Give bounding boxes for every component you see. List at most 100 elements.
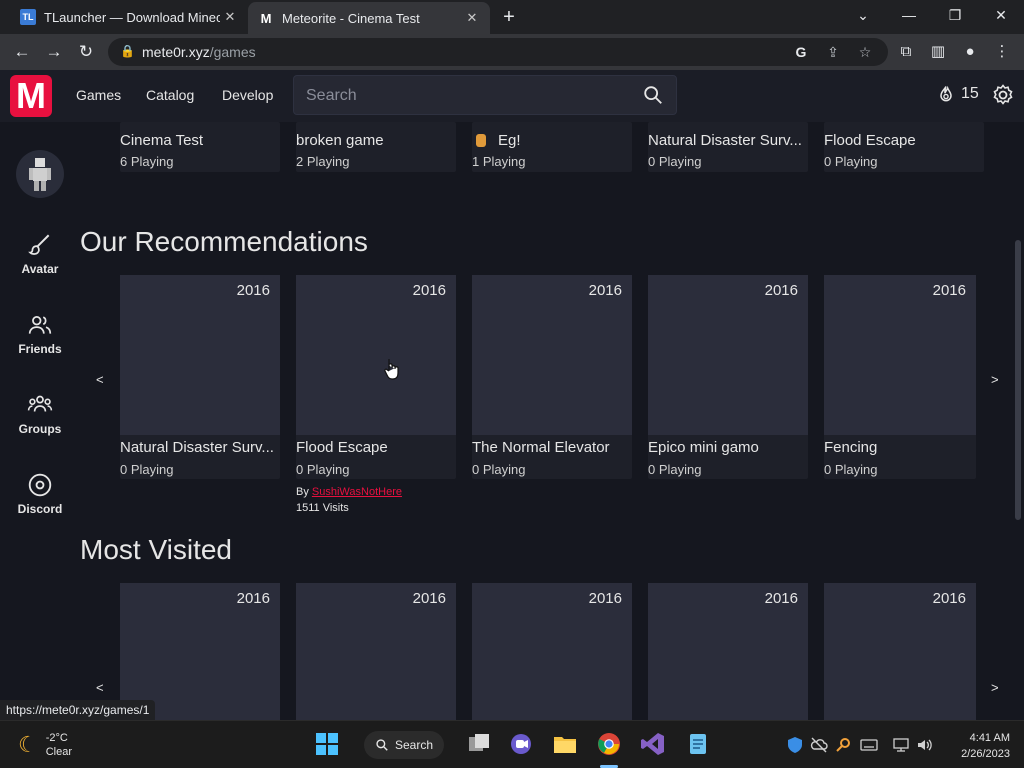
game-year-badge: 2016 <box>932 282 966 299</box>
sidebar-item-groups[interactable]: Groups <box>0 392 80 436</box>
creator-link[interactable]: SushiWasNotHere <box>312 486 402 498</box>
nav-develop[interactable]: Develop <box>222 87 273 103</box>
sidebar-item-label: Friends <box>18 342 62 356</box>
tab-title: TLauncher — Download Minecraft <box>44 9 220 25</box>
game-players: 0 Playing <box>120 462 174 477</box>
system-clock[interactable]: 4:41 AM 2/26/2023 <box>946 730 1010 762</box>
keyboard-icon[interactable] <box>860 736 878 754</box>
sidebar-item-discord[interactable]: Discord <box>0 472 80 516</box>
page-scrollbar-thumb[interactable] <box>1015 240 1021 520</box>
search-key-icon[interactable] <box>834 736 852 754</box>
close-window-button[interactable]: ✕ <box>978 0 1024 30</box>
weather-widget[interactable]: ☾ -2°C Clear <box>18 731 72 759</box>
site-header: M Games Catalog Develop 15 <box>0 70 1024 122</box>
volume-icon[interactable] <box>916 736 934 754</box>
reload-button[interactable]: ↻ <box>74 40 98 64</box>
nav-games[interactable]: Games <box>76 87 121 103</box>
side-panel-icon[interactable]: ▥ <box>928 42 948 62</box>
tlauncher-favicon-icon: TL <box>20 9 36 25</box>
chrome-icon[interactable] <box>596 731 622 757</box>
carousel-next-button[interactable]: > <box>991 372 999 387</box>
sidebar-item-label: Discord <box>17 502 63 516</box>
carousel-prev-button[interactable]: < <box>96 372 104 387</box>
sidebar-item-avatar[interactable]: Avatar <box>0 232 80 276</box>
game-card[interactable]: 2016 <box>472 583 632 720</box>
taskbar-search-button[interactable]: Search <box>364 731 444 759</box>
game-card-hovered[interactable]: 2016 Flood Escape 0 Playing <box>296 275 456 479</box>
brush-icon <box>28 234 50 255</box>
game-players: 0 Playing <box>648 462 702 477</box>
restore-button[interactable]: ❐ <box>932 0 978 30</box>
game-thumbnail <box>120 275 280 435</box>
sidebar-item-label: Avatar <box>21 262 59 276</box>
currency-icon <box>940 85 952 102</box>
windows-start-icon[interactable] <box>314 731 340 757</box>
address-bar[interactable]: 🔒 mete0r.xyz/games G ⇪ ☆ <box>108 38 888 66</box>
currency-balance[interactable]: 15 <box>936 84 979 104</box>
main-content: Cinema Test 6 Playing broken game 2 Play… <box>80 122 1010 720</box>
game-year-badge: 2016 <box>588 590 622 607</box>
clock-date: 2/26/2023 <box>961 748 1010 760</box>
close-icon[interactable]: ✕ <box>220 9 240 25</box>
currency-amount: 15 <box>961 85 979 102</box>
game-card[interactable]: 2016 Fencing 0 Playing <box>824 275 976 479</box>
defender-shield-icon[interactable] <box>786 736 804 754</box>
tab-title: Meteorite - Cinema Test <box>282 10 420 26</box>
game-players: 0 Playing <box>824 462 878 477</box>
sidebar-item-label: Groups <box>18 422 62 436</box>
share-icon[interactable]: ⇪ <box>824 43 842 61</box>
game-creator-line: By SushiWasNotHere <box>296 486 402 498</box>
bookmark-star-icon[interactable]: ☆ <box>856 43 874 61</box>
search-input[interactable] <box>306 85 626 107</box>
weather-condition: Clear <box>45 746 73 758</box>
search-icon[interactable] <box>642 84 664 106</box>
game-card[interactable]: broken game 2 Playing <box>296 122 456 172</box>
game-card[interactable]: 2016 <box>824 583 976 720</box>
task-view-icon[interactable] <box>466 731 492 757</box>
avatar[interactable] <box>16 150 64 198</box>
nav-catalog[interactable]: Catalog <box>146 87 194 103</box>
teams-chat-icon[interactable] <box>508 731 534 757</box>
game-players: 6 Playing <box>120 154 174 169</box>
menu-kebab-icon[interactable]: ⋮ <box>992 42 1012 62</box>
extensions-puzzle-icon[interactable]: ⧉ <box>896 42 916 62</box>
game-card[interactable]: 2016 Natural Disaster Surv... 0 Playing <box>120 275 280 479</box>
google-icon[interactable]: G <box>792 43 810 61</box>
game-card[interactable]: Natural Disaster Surv... 0 Playing <box>648 122 808 172</box>
game-card[interactable]: Eg! 1 Playing <box>472 122 632 172</box>
game-card[interactable]: Flood Escape 0 Playing <box>824 122 984 172</box>
display-network-icon[interactable] <box>892 736 910 754</box>
game-card[interactable]: 2016 Epico mini gamo 0 Playing <box>648 275 808 479</box>
game-card[interactable]: Cinema Test 6 Playing <box>120 122 280 172</box>
sidebar-item-friends[interactable]: Friends <box>0 312 80 356</box>
section-title-most-visited: Most Visited <box>80 534 232 565</box>
tab-tlauncher[interactable]: TL TLauncher — Download Minecraft ✕ <box>10 0 248 34</box>
minimize-button[interactable]: — <box>886 0 932 30</box>
close-icon[interactable]: ✕ <box>462 10 482 26</box>
game-thumbnail <box>296 275 456 435</box>
tab-meteorite[interactable]: M Meteorite - Cinema Test ✕ <box>248 2 490 34</box>
game-card[interactable]: 2016 The Normal Elevator 0 Playing <box>472 275 632 479</box>
game-visits: 1511 Visits <box>296 502 349 514</box>
new-tab-button[interactable]: + <box>498 6 520 28</box>
network-cloud-icon[interactable] <box>810 736 828 754</box>
game-players: 1 Playing <box>472 154 526 169</box>
file-explorer-icon[interactable] <box>552 731 578 757</box>
forward-button[interactable]: → <box>42 40 66 64</box>
notepad-icon[interactable] <box>685 731 711 757</box>
game-year-badge: 2016 <box>412 282 446 299</box>
profile-icon[interactable]: ● <box>960 42 980 62</box>
meteorite-logo[interactable]: M <box>10 75 52 117</box>
game-card[interactable]: 2016 <box>648 583 808 720</box>
lock-icon[interactable]: 🔒 <box>120 44 135 58</box>
tab-search-chevron-icon[interactable]: ⌄ <box>840 0 886 30</box>
back-button[interactable]: ← <box>10 40 34 64</box>
search-box <box>293 75 677 115</box>
carousel-next-button[interactable]: > <box>991 680 999 695</box>
carousel-prev-button[interactable]: < <box>96 680 104 695</box>
visual-studio-icon[interactable] <box>640 731 666 757</box>
groups-icon <box>27 395 53 412</box>
game-year-badge: 2016 <box>764 590 798 607</box>
game-card[interactable]: 2016 <box>296 583 456 720</box>
gear-icon[interactable] <box>991 83 1015 107</box>
